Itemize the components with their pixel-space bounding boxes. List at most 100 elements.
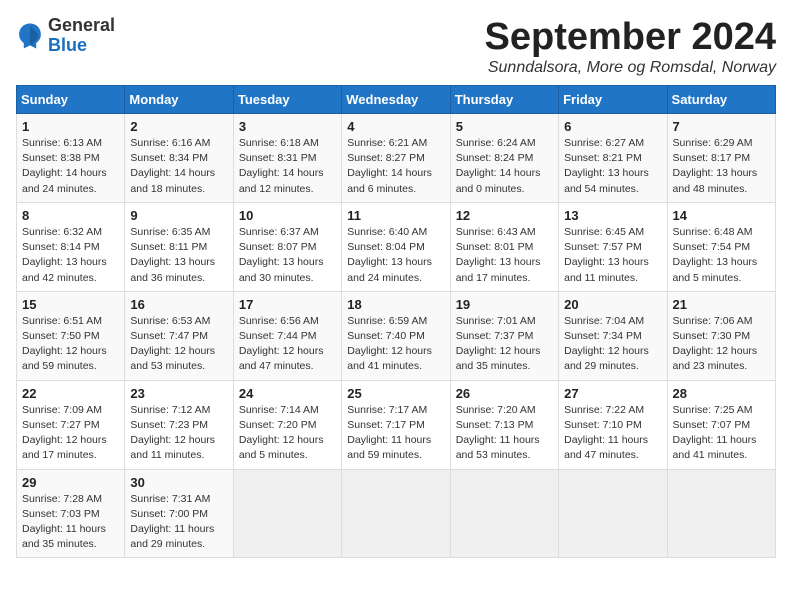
day-number: 29 xyxy=(22,475,119,490)
calendar-day-cell: 27 Sunrise: 7:22 AM Sunset: 7:10 PM Dayli… xyxy=(559,380,667,469)
day-number: 13 xyxy=(564,208,661,223)
day-number: 24 xyxy=(239,386,336,401)
day-info: Sunrise: 6:21 AM Sunset: 8:27 PM Dayligh… xyxy=(347,136,444,197)
day-number: 17 xyxy=(239,297,336,312)
weekday-header: Thursday xyxy=(450,86,558,114)
day-number: 4 xyxy=(347,119,444,134)
calendar-day-cell: 15 Sunrise: 6:51 AM Sunset: 7:50 PM Dayli… xyxy=(17,291,125,380)
day-info: Sunrise: 6:48 AM Sunset: 7:54 PM Dayligh… xyxy=(673,225,770,286)
weekday-header: Wednesday xyxy=(342,86,450,114)
calendar-week-row: 1 Sunrise: 6:13 AM Sunset: 8:38 PM Daylig… xyxy=(17,114,776,203)
weekday-header: Tuesday xyxy=(233,86,341,114)
day-number: 9 xyxy=(130,208,227,223)
logo-icon xyxy=(16,22,44,50)
calendar-day-cell xyxy=(342,469,450,558)
day-info: Sunrise: 6:32 AM Sunset: 8:14 PM Dayligh… xyxy=(22,225,119,286)
calendar-week-row: 8Sunrise: 6:32 AM Sunset: 8:14 PM Daylig… xyxy=(17,202,776,291)
day-info: Sunrise: 6:24 AM Sunset: 8:24 PM Dayligh… xyxy=(456,136,553,197)
day-info: Sunrise: 7:25 AM Sunset: 7:07 PM Dayligh… xyxy=(673,403,770,464)
day-number: 7 xyxy=(673,119,770,134)
day-info: Sunrise: 6:29 AM Sunset: 8:17 PM Dayligh… xyxy=(673,136,770,197)
day-info: Sunrise: 7:22 AM Sunset: 7:10 PM Dayligh… xyxy=(564,403,661,464)
day-info: Sunrise: 6:27 AM Sunset: 8:21 PM Dayligh… xyxy=(564,136,661,197)
calendar-header-row: SundayMondayTuesdayWednesdayThursdayFrid… xyxy=(17,86,776,114)
day-info: Sunrise: 6:59 AM Sunset: 7:40 PM Dayligh… xyxy=(347,314,444,375)
calendar-week-row: 15 Sunrise: 6:51 AM Sunset: 7:50 PM Dayli… xyxy=(17,291,776,380)
month-title: September 2024 xyxy=(485,16,777,59)
day-info: Sunrise: 6:43 AM Sunset: 8:01 PM Dayligh… xyxy=(456,225,553,286)
weekday-header: Monday xyxy=(125,86,233,114)
logo-text: General Blue xyxy=(48,16,115,56)
calendar-day-cell: 13 Sunrise: 6:45 AM Sunset: 7:57 PM Dayli… xyxy=(559,202,667,291)
day-number: 10 xyxy=(239,208,336,223)
day-info: Sunrise: 6:40 AM Sunset: 8:04 PM Dayligh… xyxy=(347,225,444,286)
calendar-day-cell: 11 Sunrise: 6:40 AM Sunset: 8:04 PM Dayli… xyxy=(342,202,450,291)
calendar-day-cell: 8Sunrise: 6:32 AM Sunset: 8:14 PM Daylig… xyxy=(17,202,125,291)
calendar-day-cell: 23 Sunrise: 7:12 AM Sunset: 7:23 PM Dayli… xyxy=(125,380,233,469)
day-number: 6 xyxy=(564,119,661,134)
calendar-day-cell: 14 Sunrise: 6:48 AM Sunset: 7:54 PM Dayli… xyxy=(667,202,775,291)
calendar-day-cell: 4 Sunrise: 6:21 AM Sunset: 8:27 PM Daylig… xyxy=(342,114,450,203)
logo: General Blue xyxy=(16,16,115,56)
day-info: Sunrise: 7:28 AM Sunset: 7:03 PM Dayligh… xyxy=(22,492,119,553)
calendar-day-cell: 5 Sunrise: 6:24 AM Sunset: 8:24 PM Daylig… xyxy=(450,114,558,203)
day-number: 21 xyxy=(673,297,770,312)
calendar-day-cell: 16Sunrise: 6:53 AM Sunset: 7:47 PM Dayli… xyxy=(125,291,233,380)
calendar-day-cell: 2 Sunrise: 6:16 AM Sunset: 8:34 PM Daylig… xyxy=(125,114,233,203)
day-info: Sunrise: 7:17 AM Sunset: 7:17 PM Dayligh… xyxy=(347,403,444,464)
day-number: 12 xyxy=(456,208,553,223)
logo-blue-text: Blue xyxy=(48,36,115,56)
calendar-day-cell xyxy=(559,469,667,558)
calendar-day-cell: 19Sunrise: 7:01 AM Sunset: 7:37 PM Dayli… xyxy=(450,291,558,380)
day-info: Sunrise: 7:14 AM Sunset: 7:20 PM Dayligh… xyxy=(239,403,336,464)
weekday-header: Friday xyxy=(559,86,667,114)
day-info: Sunrise: 7:04 AM Sunset: 7:34 PM Dayligh… xyxy=(564,314,661,375)
day-number: 5 xyxy=(456,119,553,134)
logo-general-text: General xyxy=(48,16,115,36)
day-info: Sunrise: 6:45 AM Sunset: 7:57 PM Dayligh… xyxy=(564,225,661,286)
day-info: Sunrise: 7:09 AM Sunset: 7:27 PM Dayligh… xyxy=(22,403,119,464)
day-number: 27 xyxy=(564,386,661,401)
day-info: Sunrise: 6:16 AM Sunset: 8:34 PM Dayligh… xyxy=(130,136,227,197)
calendar-day-cell: 10 Sunrise: 6:37 AM Sunset: 8:07 PM Dayli… xyxy=(233,202,341,291)
day-info: Sunrise: 6:37 AM Sunset: 8:07 PM Dayligh… xyxy=(239,225,336,286)
day-info: Sunrise: 6:51 AM Sunset: 7:50 PM Dayligh… xyxy=(22,314,119,375)
day-number: 28 xyxy=(673,386,770,401)
calendar-day-cell: 22 Sunrise: 7:09 AM Sunset: 7:27 PM Dayli… xyxy=(17,380,125,469)
calendar-day-cell: 1 Sunrise: 6:13 AM Sunset: 8:38 PM Daylig… xyxy=(17,114,125,203)
day-info: Sunrise: 6:35 AM Sunset: 8:11 PM Dayligh… xyxy=(130,225,227,286)
day-number: 18 xyxy=(347,297,444,312)
day-info: Sunrise: 7:20 AM Sunset: 7:13 PM Dayligh… xyxy=(456,403,553,464)
calendar-day-cell: 6 Sunrise: 6:27 AM Sunset: 8:21 PM Daylig… xyxy=(559,114,667,203)
calendar-day-cell: 7 Sunrise: 6:29 AM Sunset: 8:17 PM Daylig… xyxy=(667,114,775,203)
day-number: 1 xyxy=(22,119,119,134)
calendar-day-cell: 12 Sunrise: 6:43 AM Sunset: 8:01 PM Dayli… xyxy=(450,202,558,291)
day-number: 22 xyxy=(22,386,119,401)
day-number: 30 xyxy=(130,475,227,490)
day-number: 23 xyxy=(130,386,227,401)
day-number: 15 xyxy=(22,297,119,312)
day-info: Sunrise: 7:31 AM Sunset: 7:00 PM Dayligh… xyxy=(130,492,227,553)
calendar-week-row: 29 Sunrise: 7:28 AM Sunset: 7:03 PM Dayli… xyxy=(17,469,776,558)
calendar-day-cell: 24 Sunrise: 7:14 AM Sunset: 7:20 PM Dayli… xyxy=(233,380,341,469)
calendar-day-cell: 18 Sunrise: 6:59 AM Sunset: 7:40 PM Dayli… xyxy=(342,291,450,380)
weekday-header: Saturday xyxy=(667,86,775,114)
day-number: 11 xyxy=(347,208,444,223)
day-info: Sunrise: 7:12 AM Sunset: 7:23 PM Dayligh… xyxy=(130,403,227,464)
calendar-day-cell: 21Sunrise: 7:06 AM Sunset: 7:30 PM Dayli… xyxy=(667,291,775,380)
calendar-day-cell: 29 Sunrise: 7:28 AM Sunset: 7:03 PM Dayli… xyxy=(17,469,125,558)
calendar-day-cell: 26Sunrise: 7:20 AM Sunset: 7:13 PM Dayli… xyxy=(450,380,558,469)
calendar-day-cell: 17Sunrise: 6:56 AM Sunset: 7:44 PM Dayli… xyxy=(233,291,341,380)
weekday-header: Sunday xyxy=(17,86,125,114)
day-number: 2 xyxy=(130,119,227,134)
day-number: 19 xyxy=(456,297,553,312)
day-info: Sunrise: 6:53 AM Sunset: 7:47 PM Dayligh… xyxy=(130,314,227,375)
calendar-day-cell: 20Sunrise: 7:04 AM Sunset: 7:34 PM Dayli… xyxy=(559,291,667,380)
calendar-day-cell xyxy=(233,469,341,558)
day-number: 14 xyxy=(673,208,770,223)
day-info: Sunrise: 6:13 AM Sunset: 8:38 PM Dayligh… xyxy=(22,136,119,197)
calendar-week-row: 22 Sunrise: 7:09 AM Sunset: 7:27 PM Dayli… xyxy=(17,380,776,469)
calendar-day-cell: 30 Sunrise: 7:31 AM Sunset: 7:00 PM Dayli… xyxy=(125,469,233,558)
location-subtitle: Sunndalsora, More og Romsdal, Norway xyxy=(485,59,777,77)
calendar-day-cell: 25Sunrise: 7:17 AM Sunset: 7:17 PM Dayli… xyxy=(342,380,450,469)
